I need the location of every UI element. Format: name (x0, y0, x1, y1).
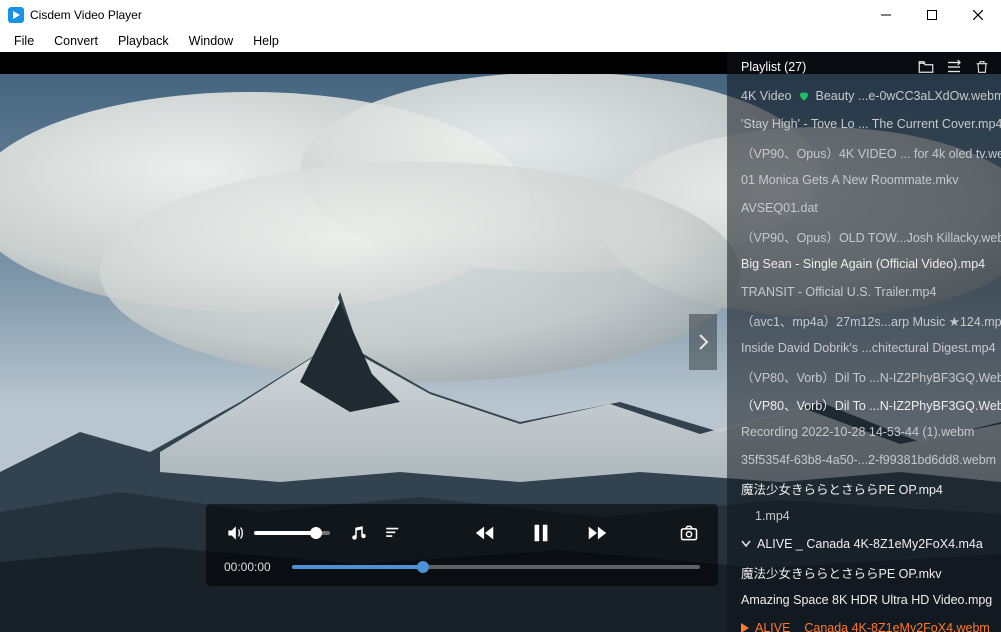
playlist-item-label: （VP90、Opus）4K VIDEO ... for 4k oled tv.w… (741, 143, 1001, 162)
playlist-item-label: （VP80、Vorb）Dil To ...N-IZ2PhyBF3GQ.WebM (741, 395, 1001, 414)
next-overlay-button[interactable] (689, 314, 717, 370)
playlist-item-label: 1.mp4 (755, 509, 790, 523)
window-maximize-button[interactable] (909, 0, 955, 30)
playlist-item-label: 魔法少女きららとさららPE OP.mp4 (741, 479, 943, 498)
playlist-item[interactable]: 1.mp4 (727, 502, 1001, 530)
playlist-item[interactable]: （VP90、Opus）OLD TOW...Josh Killacky.webm (727, 222, 1001, 250)
playlist-item[interactable]: Amazing Space 8K HDR Ultra HD Video.mpg (727, 586, 1001, 614)
playlist-sort-icon[interactable] (945, 58, 963, 76)
playlist-items: 4K Video Beauty ...e-0wCC3aLXdOw.webm 'Sta… (727, 82, 1001, 632)
playlist-item[interactable]: （VP80、Vorb）Dil To ...N-IZ2PhyBF3GQ.WebM (727, 362, 1001, 390)
playlist-panel: Playlist (27) 4K Video Beauty ...e-0wCC3a… (727, 52, 1001, 632)
playlist-item[interactable]: 魔法少女きららとさららPE OP.mp4 (727, 474, 1001, 502)
playlist-title: Playlist (27) (741, 60, 806, 74)
audio-track-icon[interactable] (348, 522, 370, 544)
playlist-item-label: Beauty ...e-0wCC3aLXdOw.webm (816, 89, 1001, 103)
playlist-open-folder-icon[interactable] (917, 58, 935, 76)
playlist-item-prefix: 4K Video (741, 89, 792, 103)
playlist-item[interactable]: 魔法少女きららとさららPE OP.mkv (727, 558, 1001, 586)
playlist-item-label: Inside David Dobrik's ...chitectural Dig… (741, 341, 996, 355)
chevron-down-icon (741, 540, 751, 548)
playlist-item-label: 'Stay High' - Tove Lo ... The Current Co… (741, 117, 1001, 131)
play-pause-button[interactable] (530, 522, 552, 544)
playlist-item-label: 01 Monica Gets A New Roommate.mkv (741, 173, 958, 187)
playlist-toggle-icon[interactable] (382, 522, 404, 544)
menu-file[interactable]: File (4, 32, 44, 50)
menu-window[interactable]: Window (179, 32, 243, 50)
playlist-item-label: ALIVE _ Canada 4K-8Z1eMy2FoX4.m4a (757, 537, 983, 551)
menu-convert[interactable]: Convert (44, 32, 108, 50)
playlist-item[interactable]: （VP90、Opus）4K VIDEO ... for 4k oled tv.w… (727, 138, 1001, 166)
playlist-item-label: 35f5354f-63b8-4a50-...2-f99381bd6dd8.web… (741, 453, 996, 467)
playlist-item[interactable]: （avc1、mp4a）27m12s...arp Music ★124.mp4 (727, 306, 1001, 334)
rewind-button[interactable] (474, 522, 496, 544)
menu-bar: File Convert Playback Window Help (0, 30, 1001, 52)
playlist-item[interactable]: Inside David Dobrik's ...chitectural Dig… (727, 334, 1001, 362)
window-title-bar: Cisdem Video Player (0, 0, 1001, 30)
playlist-item-label: 魔法少女きららとさららPE OP.mkv (741, 563, 941, 582)
playlist-item[interactable]: ALIVE _ Canada 4K-8Z1eMy2FoX4.webm (727, 614, 1001, 632)
player-area: 00:00:00 Playlist (27) 4K VideoB (0, 52, 1001, 632)
volume-icon[interactable] (224, 522, 246, 544)
snapshot-button[interactable] (678, 522, 700, 544)
time-current: 00:00:00 (224, 560, 280, 574)
heart-icon (798, 90, 810, 102)
playlist-item[interactable]: Recording 2022-10-28 14-53-44 (1).webm (727, 418, 1001, 446)
playlist-item-label: Recording 2022-10-28 14-53-44 (1).webm (741, 425, 974, 439)
playlist-item[interactable]: 4K Video Beauty ...e-0wCC3aLXdOw.webm (727, 82, 1001, 110)
playlist-item-label: Big Sean - Single Again (Official Video)… (741, 257, 985, 271)
window-close-button[interactable] (955, 0, 1001, 30)
playlist-item-label: Amazing Space 8K HDR Ultra HD Video.mpg (741, 593, 992, 607)
playlist-item-label: ALIVE _ Canada 4K-8Z1eMy2FoX4.webm (755, 621, 990, 632)
playlist-item-label: AVSEQ01.dat (741, 201, 818, 215)
seek-bar[interactable] (292, 565, 700, 569)
window-title: Cisdem Video Player (30, 8, 142, 22)
playlist-item[interactable]: TRANSIT - Official U.S. Trailer.mp4 (727, 278, 1001, 306)
menu-help[interactable]: Help (243, 32, 289, 50)
playlist-item-label: TRANSIT - Official U.S. Trailer.mp4 (741, 285, 936, 299)
menu-playback[interactable]: Playback (108, 32, 179, 50)
playlist-item[interactable]: （VP80、Vorb）Dil To ...N-IZ2PhyBF3GQ.WebM (727, 390, 1001, 418)
playlist-item-label: （VP90、Opus）OLD TOW...Josh Killacky.webm (741, 227, 1001, 246)
playlist-item[interactable]: 'Stay High' - Tove Lo ... The Current Co… (727, 110, 1001, 138)
window-minimize-button[interactable] (863, 0, 909, 30)
playlist-item[interactable]: 35f5354f-63b8-4a50-...2-f99381bd6dd8.web… (727, 446, 1001, 474)
fast-forward-button[interactable] (586, 522, 608, 544)
playlist-delete-icon[interactable] (973, 58, 991, 76)
playlist-item[interactable]: AVSEQ01.dat (727, 194, 1001, 222)
now-playing-icon (741, 623, 749, 632)
player-controls: 00:00:00 (206, 504, 718, 586)
volume-slider[interactable] (254, 531, 330, 535)
playlist-header: Playlist (27) (727, 52, 1001, 82)
playlist-item-label: （avc1、mp4a）27m12s...arp Music ★124.mp4 (741, 311, 1001, 330)
app-icon (8, 7, 24, 23)
playlist-item[interactable]: 01 Monica Gets A New Roommate.mkv (727, 166, 1001, 194)
playlist-item[interactable]: Big Sean - Single Again (Official Video)… (727, 250, 1001, 278)
playlist-item-label: （VP80、Vorb）Dil To ...N-IZ2PhyBF3GQ.WebM (741, 367, 1001, 386)
playlist-item[interactable]: ALIVE _ Canada 4K-8Z1eMy2FoX4.m4a (727, 530, 1001, 558)
